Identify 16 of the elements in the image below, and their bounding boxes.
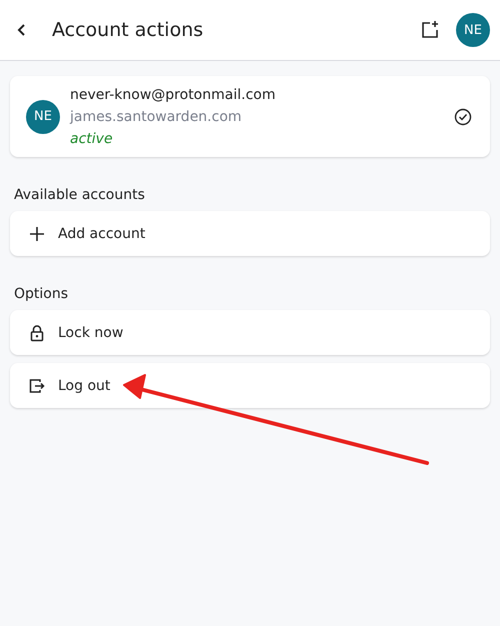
menu-item[interactable]: Lock now [10,310,490,355]
user-avatar[interactable]: NE [456,13,490,47]
account-card[interactable]: NE never-know@protonmail.com james.santowarden.com active [10,76,490,157]
logout-icon [28,376,46,394]
menu-item[interactable]: Add account [10,211,490,256]
menu-item[interactable]: Log out [10,363,490,408]
lock-icon [28,324,46,342]
account-avatar: NE [26,100,60,134]
section-heading: Options [14,286,70,302]
account-domain: james.santowarden.com [70,108,243,126]
add-window-icon [420,20,440,40]
account-email: never-know@protonmail.com [70,86,276,104]
plus-icon [28,224,46,242]
account-status: active [70,130,114,148]
section-heading: Available accounts [14,187,146,203]
page-title: Account actions [52,19,204,41]
